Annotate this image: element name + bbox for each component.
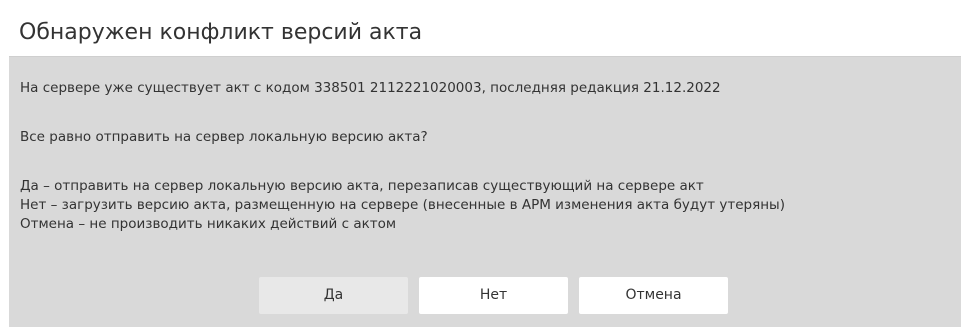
no-button[interactable]: Нет	[419, 277, 568, 314]
option-cancel-description: Отмена – не производить никаких действий…	[20, 216, 397, 232]
yes-button[interactable]: Да	[259, 277, 408, 314]
cancel-button[interactable]: Отмена	[579, 277, 728, 314]
dialog-title: Обнаружен конфликт версий акта	[19, 20, 423, 45]
dialog-title-bar: Обнаружен конфликт версий акта	[9, 9, 961, 57]
confirm-question: Все равно отправить на сервер локальную …	[20, 129, 428, 145]
conflict-message: На сервере уже существует акт с кодом 33…	[20, 80, 721, 96]
option-no-description: Нет – загрузить версию акта, размещенную…	[20, 197, 785, 213]
version-conflict-dialog: Обнаружен конфликт версий акта На сервер…	[9, 9, 961, 327]
option-yes-description: Да – отправить на сервер локальную верси…	[20, 178, 704, 194]
